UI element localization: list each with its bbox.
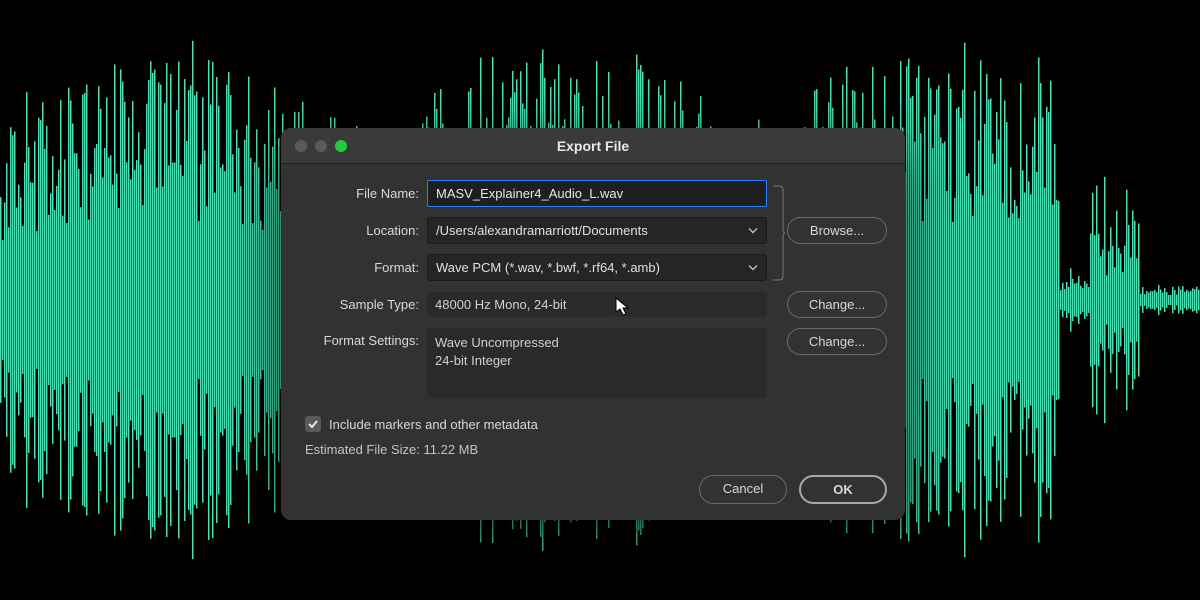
chevron-down-icon [748, 223, 758, 238]
location-value: /Users/alexandramarriott/Documents [436, 223, 648, 238]
location-label: Location: [299, 223, 419, 238]
include-metadata-row: Include markers and other metadata [299, 416, 887, 432]
form-grid: File Name: Location: /Users/alexandramar… [299, 180, 887, 398]
dialog-title: Export File [281, 138, 905, 154]
estimated-file-size: Estimated File Size: 11.22 MB [299, 442, 887, 457]
format-value: Wave PCM (*.wav, *.bwf, *.rf64, *.amb) [436, 260, 660, 275]
estimated-size-value: 11.22 MB [424, 442, 479, 457]
estimated-prefix: Estimated File Size: [305, 442, 424, 457]
browse-button[interactable]: Browse... [787, 217, 887, 244]
check-icon [307, 418, 319, 430]
window-controls [281, 140, 347, 152]
dialog-titlebar: Export File [281, 128, 905, 164]
include-metadata-label: Include markers and other metadata [329, 417, 538, 432]
group-bracket-icon [771, 180, 785, 286]
location-dropdown[interactable]: /Users/alexandramarriott/Documents [427, 217, 767, 244]
export-file-dialog: Export File File Name: Location: /Users/… [281, 128, 905, 520]
format-label: Format: [299, 260, 419, 275]
include-metadata-checkbox[interactable] [305, 416, 321, 432]
change-sample-type-button[interactable]: Change... [787, 291, 887, 318]
ok-button[interactable]: OK [799, 475, 887, 504]
format-settings-label: Format Settings: [299, 328, 419, 348]
dialog-footer: Cancel OK [299, 475, 887, 504]
dialog-content: File Name: Location: /Users/alexandramar… [281, 164, 905, 520]
window-close-button[interactable] [295, 140, 307, 152]
format-settings-line1: Wave Uncompressed [435, 334, 759, 352]
format-settings-value: Wave Uncompressed 24-bit Integer [427, 328, 767, 398]
file-name-label: File Name: [299, 186, 419, 201]
window-zoom-button[interactable] [335, 140, 347, 152]
format-dropdown[interactable]: Wave PCM (*.wav, *.bwf, *.rf64, *.amb) [427, 254, 767, 281]
window-minimize-button[interactable] [315, 140, 327, 152]
chevron-down-icon [748, 260, 758, 275]
file-name-input[interactable] [427, 180, 767, 207]
sample-type-value: 48000 Hz Mono, 24-bit [427, 292, 767, 317]
format-settings-line2: 24-bit Integer [435, 352, 759, 370]
cancel-button[interactable]: Cancel [699, 475, 787, 504]
sample-type-label: Sample Type: [299, 297, 419, 312]
change-format-settings-button[interactable]: Change... [787, 328, 887, 355]
